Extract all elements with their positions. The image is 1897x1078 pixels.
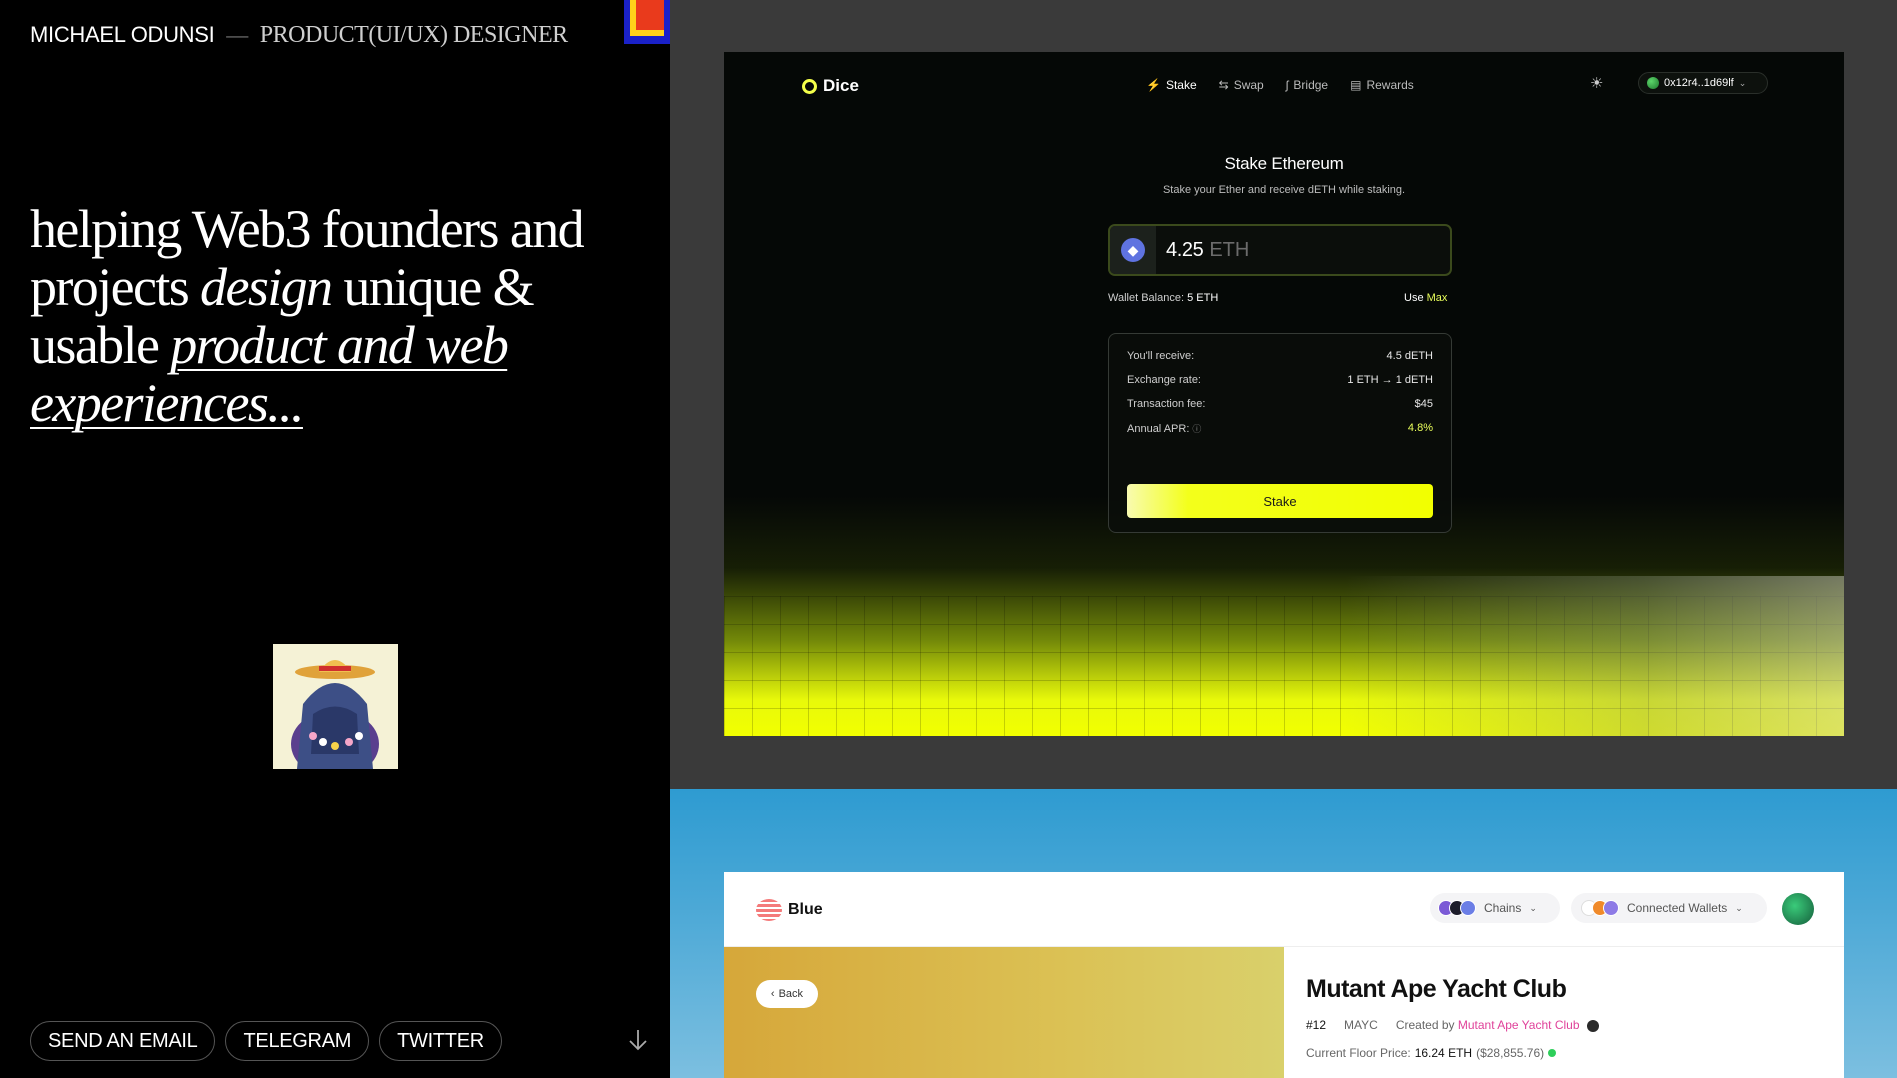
chevron-down-icon: ⌄: [1735, 902, 1743, 913]
eth-amount-input[interactable]: ◆ 4.25 ETH: [1108, 224, 1452, 276]
collection-banner: ‹ Back: [724, 947, 1284, 1078]
token-id: #12: [1306, 1018, 1327, 1032]
blue-app-screenshot: Blue Chains ⌄ Connected Wallets ⌄ ‹ Back…: [724, 872, 1844, 1078]
floor-price: Current Floor Price: 16.24 ETH ($28,855.…: [1306, 1046, 1557, 1060]
verified-badge-icon: [1586, 1019, 1599, 1032]
bolt-icon: ⚡: [1146, 78, 1161, 92]
summary-label: You'll receive:: [1127, 350, 1195, 362]
twitter-button[interactable]: TWITTER: [379, 1021, 502, 1061]
nav-bridge[interactable]: ʃ Bridge: [1286, 78, 1328, 92]
blue-logo-text: Blue: [788, 901, 823, 918]
eth-unit: ETH: [1209, 238, 1250, 261]
dice-navbar: Dice ⚡ Stake ⇆ Swap ʃ Bridge ▤ Rewards ☀…: [724, 52, 1844, 118]
nav-rewards-label: Rewards: [1366, 78, 1414, 92]
stake-button[interactable]: Stake: [1127, 484, 1433, 518]
back-button[interactable]: ‹ Back: [756, 980, 818, 1008]
send-email-button[interactable]: SEND AN EMAIL: [30, 1021, 216, 1061]
chains-label: Chains: [1484, 901, 1522, 915]
scroll-down-arrow-icon[interactable]: [624, 1026, 652, 1054]
use-label: Use: [1404, 292, 1424, 304]
collection-meta: #12 MAYC Created by Mutant Ape Yacht Clu…: [1306, 1018, 1599, 1032]
floor-usd: ($28,855.76): [1476, 1046, 1545, 1060]
summary-value-apr: 4.8%: [1407, 422, 1433, 434]
summary-row-receive: You'll receive: 4.5 dETH: [1127, 350, 1433, 362]
dice-app-screenshot: Dice ⚡ Stake ⇆ Swap ʃ Bridge ▤ Rewards ☀…: [724, 52, 1844, 736]
connected-wallets-dropdown[interactable]: Connected Wallets ⌄: [1571, 893, 1767, 923]
wallet-balance: Wallet Balance: 5 ETH: [1108, 292, 1218, 304]
summary-value: 4.5 dETH: [1386, 350, 1433, 362]
theme-toggle-sun-icon[interactable]: ☀: [1590, 74, 1603, 92]
connected-wallets-label: Connected Wallets: [1627, 901, 1728, 915]
dice-menu: ⚡ Stake ⇆ Swap ʃ Bridge ▤ Rewards: [1146, 78, 1414, 92]
created-by-label: Created by: [1395, 1018, 1455, 1032]
nav-rewards[interactable]: ▤ Rewards: [1350, 78, 1414, 92]
blue-navbar: Blue Chains ⌄ Connected Wallets ⌄: [724, 872, 1844, 947]
dice-project-preview: Dice ⚡ Stake ⇆ Swap ʃ Bridge ▤ Rewards ☀…: [670, 0, 1897, 789]
summary-row-apr: Annual APR: ⓘ 4.8%: [1127, 422, 1433, 435]
dice-logo[interactable]: Dice: [802, 76, 859, 96]
dice-logo-text: Dice: [823, 76, 859, 95]
wallet-balance-value: 5 ETH: [1187, 292, 1219, 304]
floor-value: 16.24 ETH: [1414, 1046, 1473, 1060]
max-label: Max: [1426, 292, 1448, 304]
wallet-avatar-icon: [1647, 77, 1659, 89]
live-status-icon: [1548, 1049, 1557, 1057]
header-dash: —: [226, 22, 248, 47]
blue-project-preview: Blue Chains ⌄ Connected Wallets ⌄ ‹ Back…: [670, 789, 1897, 1078]
info-icon[interactable]: ⓘ: [1192, 424, 1201, 434]
whale-avatar-image: [273, 644, 398, 769]
nav-stake-label: Stake: [1165, 78, 1197, 92]
user-avatar[interactable]: [1782, 893, 1814, 925]
chevron-down-icon: ⌄: [1529, 902, 1537, 913]
nav-bridge-label: Bridge: [1293, 78, 1329, 92]
site-header: MICHAEL ODUNSI — PRODUCT(UI/UX) DESIGNER: [30, 22, 568, 49]
telegram-button[interactable]: TELEGRAM: [225, 1021, 370, 1061]
summary-row-fee: Transaction fee: $45: [1127, 398, 1433, 410]
floor-label: Current Floor Price:: [1306, 1046, 1411, 1060]
chevron-left-icon: ‹: [770, 988, 775, 1000]
creator-link[interactable]: Mutant Ape Yacht Club: [1458, 1018, 1580, 1032]
wallet-icons: [1581, 900, 1619, 916]
brand-mark-icon[interactable]: [624, 0, 670, 44]
rewards-icon: ▤: [1350, 78, 1362, 92]
summary-label: Annual APR:: [1127, 423, 1190, 435]
designer-role: PRODUCT(UI/UX) DESIGNER: [259, 22, 568, 48]
chain-icons: [1438, 900, 1476, 916]
summary-value: 1 ETH → 1 dETH: [1347, 374, 1433, 386]
back-label: Back: [778, 988, 804, 1000]
summary-value: $45: [1414, 398, 1433, 410]
wallet-address: 0x12r4..1d69lf: [1664, 77, 1734, 89]
wallet-dropdown[interactable]: 0x12r4..1d69lf ⌄: [1638, 72, 1768, 94]
contact-links: SEND AN EMAIL TELEGRAM TWITTER: [30, 1021, 502, 1061]
wallet-balance-label: Wallet Balance:: [1108, 292, 1185, 304]
chevron-down-icon: ⌄: [1738, 77, 1747, 88]
chains-dropdown[interactable]: Chains ⌄: [1430, 893, 1560, 923]
collection-title: Mutant Ape Yacht Club: [1306, 975, 1567, 1003]
nav-stake[interactable]: ⚡ Stake: [1146, 78, 1197, 92]
summary-label: Transaction fee:: [1127, 398, 1206, 410]
summary-row-exchange: Exchange rate: 1 ETH → 1 dETH: [1127, 374, 1433, 386]
blue-logo[interactable]: Blue: [756, 899, 823, 921]
wave-icon: [756, 899, 782, 921]
ethereum-icon: ◆: [1121, 238, 1145, 262]
stake-title: Stake Ethereum: [1224, 154, 1344, 173]
stake-summary-card: You'll receive: 4.5 dETH Exchange rate: …: [1108, 333, 1452, 533]
collection-symbol: MAYC: [1344, 1018, 1378, 1032]
swap-icon: ⇆: [1218, 78, 1229, 92]
use-max-button[interactable]: Use Max: [1404, 292, 1447, 304]
bridge-icon: ʃ: [1285, 78, 1289, 92]
designer-name[interactable]: MICHAEL ODUNSI: [30, 22, 215, 47]
nav-swap[interactable]: ⇆ Swap: [1219, 78, 1264, 92]
dice-ring-icon: [802, 78, 817, 94]
summary-label: Exchange rate:: [1127, 374, 1201, 386]
stake-subtitle: Stake your Ether and receive dETH while …: [1162, 184, 1406, 196]
eth-amount-value[interactable]: 4.25: [1166, 239, 1204, 262]
hero-tagline: helping Web3 founders and projects desig…: [30, 200, 590, 432]
hero-emphasis-design: design: [200, 257, 333, 317]
portfolio-panel: MICHAEL ODUNSI — PRODUCT(UI/UX) DESIGNER…: [0, 0, 670, 1078]
nav-swap-label: Swap: [1233, 78, 1264, 92]
